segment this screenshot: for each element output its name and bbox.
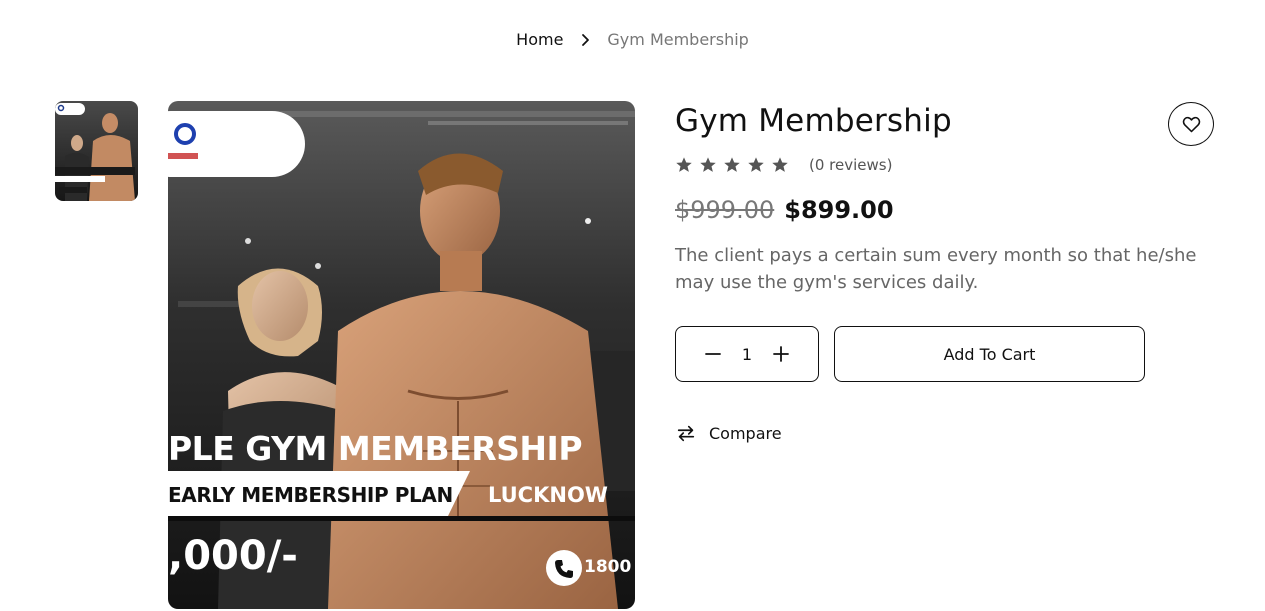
product-rating: (0 reviews) xyxy=(675,156,1215,174)
product-thumbnail[interactable] xyxy=(55,101,138,201)
star-icon xyxy=(700,157,716,172)
breadcrumb-home-link[interactable]: Home xyxy=(516,30,563,49)
quantity-stepper: 1 xyxy=(675,326,819,382)
compare-button[interactable]: Compare xyxy=(675,422,795,444)
breadcrumb: Home Gym Membership xyxy=(0,30,1265,49)
plus-icon xyxy=(773,346,789,362)
image-banner-headline: PLE GYM MEMBERSHIP xyxy=(168,429,583,468)
star-icon xyxy=(724,157,740,172)
star-icon xyxy=(772,157,788,172)
image-banner-city: LUCKNOW xyxy=(488,483,608,507)
compare-label: Compare xyxy=(709,423,782,443)
product-info: Gym Membership (0 reviews) $999.00 $899.… xyxy=(675,100,1215,444)
breadcrumb-current: Gym Membership xyxy=(607,30,749,49)
wishlist-button[interactable] xyxy=(1168,102,1214,146)
price-block: $999.00 $899.00 xyxy=(675,196,1215,224)
star-icon xyxy=(748,157,764,172)
purchase-actions: 1 Add To Cart xyxy=(675,326,1215,382)
review-count[interactable]: (0 reviews) xyxy=(809,156,892,174)
star-icon xyxy=(676,157,692,172)
increment-button[interactable] xyxy=(772,345,790,363)
product-title: Gym Membership xyxy=(675,103,952,139)
rating-stars xyxy=(675,156,789,174)
product-main-image: PLE GYM MEMBERSHIP EARLY MEMBERSHIP PLAN… xyxy=(168,101,635,609)
chevron-right-icon xyxy=(577,32,593,48)
phone-icon xyxy=(552,557,576,581)
minus-icon xyxy=(705,353,721,355)
image-banner-plan: EARLY MEMBERSHIP PLAN xyxy=(168,483,453,507)
original-price: $999.00 xyxy=(675,196,775,224)
decrement-button[interactable] xyxy=(704,345,722,363)
heart-icon xyxy=(1181,114,1202,135)
image-banner-phone: 1800 3 xyxy=(584,557,635,577)
quantity-value[interactable]: 1 xyxy=(742,345,752,364)
compare-arrows-icon xyxy=(677,425,695,442)
image-banner-price: ,000/- xyxy=(168,533,298,579)
product-description: The client pays a certain sum every mont… xyxy=(675,245,1197,293)
sale-price: $899.00 xyxy=(784,196,894,224)
add-to-cart-button[interactable]: Add To Cart xyxy=(834,326,1145,382)
